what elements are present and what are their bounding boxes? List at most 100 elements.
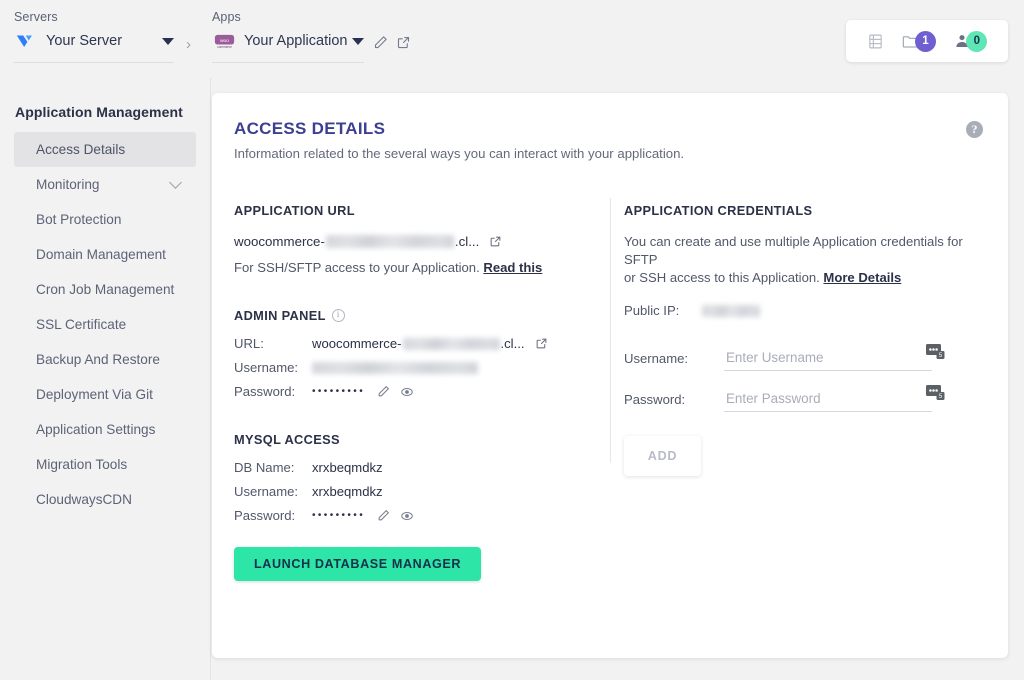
mysql-password-row: Password: •••••••••: [234, 508, 604, 523]
username-input[interactable]: [724, 345, 932, 371]
server-name: Your Server: [46, 33, 162, 49]
eye-icon[interactable]: [400, 509, 414, 523]
password-field-row: Password: 5: [624, 386, 994, 412]
sidebar-item-migration-tools[interactable]: Migration Tools: [14, 447, 196, 482]
server-list-icon[interactable]: [867, 33, 884, 50]
user-badge: 0: [966, 31, 987, 52]
public-ip-row: Public IP:: [624, 303, 994, 318]
external-link-icon[interactable]: [535, 337, 548, 350]
pencil-icon[interactable]: [373, 35, 388, 50]
info-circle-icon[interactable]: i: [332, 309, 345, 322]
sidebar-item-label: Cron Job Management: [36, 282, 174, 297]
breadcrumb-apps: Apps woo commerce Your Application: [212, 10, 364, 63]
admin-username-redacted: [312, 362, 478, 374]
app-caret-down-icon[interactable]: [352, 38, 364, 45]
application-credentials-heading: APPLICATION CREDENTIALS: [624, 203, 994, 218]
mysql-username-label: Username:: [234, 484, 312, 499]
password-label: Password:: [624, 392, 724, 407]
vultr-logo-icon: [14, 30, 38, 52]
sidebar-item-label: Bot Protection: [36, 212, 121, 227]
mysql-dbname-label: DB Name:: [234, 460, 312, 475]
username-label: Username:: [624, 351, 724, 366]
servers-label: Servers: [14, 10, 174, 24]
launch-database-manager-button[interactable]: LAUNCH DATABASE MANAGER: [234, 547, 481, 581]
folder-badge: 1: [915, 31, 936, 52]
admin-url-redacted: [403, 338, 500, 350]
admin-panel-heading-text: ADMIN PANEL: [234, 308, 326, 323]
ssh-note-text: For SSH/SFTP access to your Application.: [234, 260, 480, 275]
pencil-icon[interactable]: [377, 385, 390, 398]
sidebar-item-cron-job-management[interactable]: Cron Job Management: [14, 272, 196, 307]
page-title: ACCESS DETAILS: [234, 119, 385, 139]
admin-username-label: Username:: [234, 360, 312, 375]
mysql-dbname-row: DB Name: xrxbeqmdkz: [234, 460, 604, 475]
sidebar-item-deployment-via-git[interactable]: Deployment Via Git: [14, 377, 196, 412]
sidebar-item-label: Migration Tools: [36, 457, 127, 472]
caret-down-icon[interactable]: [162, 38, 174, 45]
server-underline: [14, 62, 174, 63]
sidebar-title: Application Management: [0, 104, 210, 120]
left-column: APPLICATION URL woocommerce- .cl... For …: [234, 203, 604, 581]
folder-notifications[interactable]: 1: [901, 31, 936, 52]
application-url-prefix: woocommerce-: [234, 234, 325, 249]
external-link-icon[interactable]: [489, 235, 502, 248]
sidebar-item-label: Monitoring: [36, 177, 99, 192]
password-manager-icon[interactable]: 5: [926, 384, 948, 406]
credentials-description: You can create and use multiple Applicat…: [624, 233, 994, 287]
question-mark-icon[interactable]: ?: [966, 121, 983, 138]
sidebar-item-label: Backup And Restore: [36, 352, 160, 367]
column-divider: [610, 198, 611, 463]
sidebar-item-monitoring[interactable]: Monitoring: [14, 167, 196, 202]
username-field-row: Username: 5: [624, 345, 994, 371]
credentials-desc-line1: You can create and use multiple Applicat…: [624, 234, 963, 267]
chevron-right-icon: ›: [186, 36, 191, 53]
sidebar-item-label: Domain Management: [36, 247, 166, 262]
server-selector[interactable]: Your Server: [14, 27, 174, 55]
page-subtitle: Information related to the several ways …: [234, 146, 684, 161]
top-right-toolbar: 1 0: [846, 20, 1008, 62]
application-url-row: woocommerce- .cl...: [234, 234, 604, 249]
username-input-wrap: 5: [724, 345, 932, 371]
sidebar-item-domain-management[interactable]: Domain Management: [14, 237, 196, 272]
add-credential-button[interactable]: ADD: [624, 436, 701, 476]
top-bar: Servers Your Server › Apps woo commerce: [0, 0, 1024, 78]
mysql-username-value: xrxbeqmdkz: [312, 484, 383, 499]
sidebar: Application Management Access Details Mo…: [0, 78, 211, 680]
application-url-suffix: .cl...: [455, 234, 479, 249]
password-input[interactable]: [724, 386, 932, 412]
sidebar-item-label: CloudwaysCDN: [36, 492, 132, 507]
apps-label: Apps: [212, 10, 364, 24]
mysql-access-heading-text: MYSQL ACCESS: [234, 432, 340, 447]
mysql-password-value: •••••••••: [312, 510, 365, 521]
admin-url-row: URL: woocommerce- .cl...: [234, 336, 604, 351]
admin-username-row: Username:: [234, 360, 604, 375]
right-column: APPLICATION CREDENTIALS You can create a…: [624, 203, 994, 476]
password-input-wrap: 5: [724, 386, 932, 412]
sidebar-item-ssl-certificate[interactable]: SSL Certificate: [14, 307, 196, 342]
admin-url-label: URL:: [234, 336, 312, 351]
eye-icon[interactable]: [400, 385, 414, 399]
more-details-link[interactable]: More Details: [823, 270, 901, 285]
app-selector[interactable]: woo commerce Your Application: [212, 27, 364, 55]
admin-password-label: Password:: [234, 384, 312, 399]
sidebar-item-cloudwayscdn[interactable]: CloudwaysCDN: [14, 482, 196, 517]
mysql-access-heading: MYSQL ACCESS: [234, 432, 604, 447]
sidebar-item-application-settings[interactable]: Application Settings: [14, 412, 196, 447]
admin-password-row: Password: •••••••••: [234, 384, 604, 399]
access-details-card: ACCESS DETAILS Information related to th…: [212, 93, 1008, 658]
external-link-icon[interactable]: [396, 35, 411, 50]
app-underline: [212, 62, 364, 63]
sidebar-item-backup-and-restore[interactable]: Backup And Restore: [14, 342, 196, 377]
sidebar-item-bot-protection[interactable]: Bot Protection: [14, 202, 196, 237]
breadcrumb-servers: Servers Your Server: [14, 10, 174, 63]
sidebar-item-label: Access Details: [36, 142, 125, 157]
user-notifications[interactable]: 0: [953, 31, 987, 52]
credentials-desc-line2: or SSH access to this Application.: [624, 270, 820, 285]
pencil-icon[interactable]: [377, 509, 390, 522]
read-this-link[interactable]: Read this: [483, 260, 542, 275]
sidebar-item-label: Deployment Via Git: [36, 387, 153, 402]
public-ip-label: Public IP:: [624, 303, 702, 318]
password-manager-icon[interactable]: 5: [926, 343, 948, 365]
sidebar-item-access-details[interactable]: Access Details: [14, 132, 196, 167]
sidebar-item-label: Application Settings: [36, 422, 155, 437]
